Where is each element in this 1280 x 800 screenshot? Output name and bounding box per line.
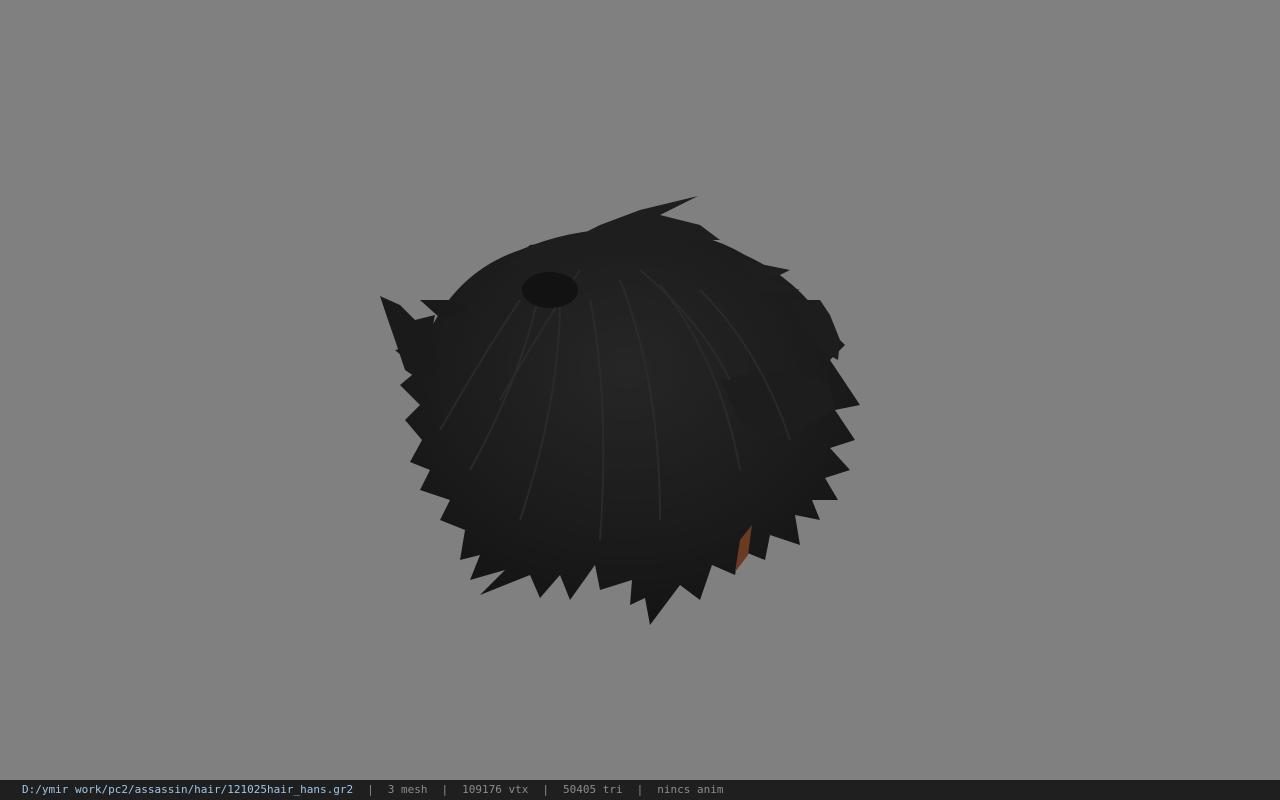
mesh-count-label: 3 mesh (387, 783, 428, 796)
separator: | (542, 783, 549, 796)
status-bar: D:/ymir work/pc2/assassin/hair/121025hai… (0, 780, 1280, 800)
vertex-count-label: 109176 vtx (462, 783, 529, 796)
separator: | (636, 783, 644, 796)
file-path-label: D:/ymir work/pc2/assassin/hair/121025hai… (22, 783, 354, 796)
hair-model-render (380, 196, 860, 625)
separator: | (441, 783, 449, 796)
3d-viewport[interactable] (0, 0, 1280, 780)
separator: | (367, 783, 374, 796)
triangle-count-label: 50405 tri (563, 783, 623, 796)
hair-mesh (380, 196, 860, 625)
animation-status-label: nincs anim (657, 783, 724, 796)
